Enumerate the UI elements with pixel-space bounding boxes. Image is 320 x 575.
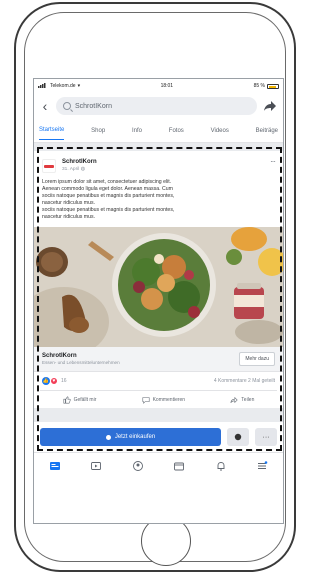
tab-startseite[interactable]: Startseite (39, 121, 65, 140)
share-button[interactable]: Teilen (230, 396, 254, 404)
share-count[interactable]: 2 Mal geteilt (248, 378, 275, 384)
status-bar: Telekom.de ▾ 18:01 85 % (34, 79, 283, 93)
post-date: 31. April ◍ (62, 167, 85, 172)
tab-fotos[interactable]: Fotos (169, 122, 184, 140)
search-query: SchrotIKorn (75, 102, 112, 110)
tab-shop[interactable]: Shop (91, 122, 105, 140)
bottom-tab-bar (34, 452, 283, 478)
globe-icon: ◍ (80, 167, 85, 172)
tab-beitraege[interactable]: Beiträge (256, 122, 278, 140)
page-action-bar: Jetzt einkaufen ··· (34, 422, 283, 452)
signal-icon (38, 82, 48, 90)
reaction-count[interactable]: 16 (61, 378, 67, 384)
tab-videos[interactable]: Videos (211, 122, 229, 140)
post-card: SchrotIKorn 31. April ◍ ··· Lorem ipsum … (34, 151, 283, 408)
thumbs-up-icon (63, 396, 71, 403)
cart-icon (105, 434, 111, 440)
news-feed-icon (49, 461, 60, 470)
page-tabs: Startseite Shop Info Fotos Videos Beiträ… (34, 119, 283, 143)
carrier-name: Telekom.de (50, 83, 76, 89)
like-button[interactable]: Gefällt mir (63, 396, 96, 404)
link-title: SchrotIKorn (42, 353, 77, 359)
tabbar-marketplace[interactable] (172, 459, 186, 473)
more-info-button[interactable]: Mehr dazu (239, 352, 275, 366)
messenger-icon (234, 433, 242, 441)
like-reaction-icon[interactable]: 👍 (42, 377, 50, 385)
video-icon (91, 461, 102, 470)
post-header: SchrotIKorn 31. April ◍ ··· (34, 151, 283, 177)
profile-icon (132, 460, 143, 471)
section-divider (34, 143, 283, 151)
more-options-icon[interactable]: ··· (270, 158, 276, 166)
back-icon[interactable]: ‹ (40, 99, 50, 113)
menu-icon (258, 460, 268, 469)
tabbar-notifications[interactable] (214, 459, 228, 473)
tabbar-groups[interactable] (131, 459, 145, 473)
post-text: Lorem ipsum dolor sit amet, consectetuer… (42, 179, 175, 220)
post-image-food-bowl[interactable] (34, 227, 283, 347)
wifi-icon: ▾ (77, 83, 81, 89)
marketplace-icon (174, 462, 185, 470)
comment-count[interactable]: 4 Kommentare (214, 378, 247, 384)
comment-button[interactable]: Kommentieren (142, 396, 185, 404)
section-divider (34, 408, 283, 422)
page-logo[interactable] (42, 159, 56, 173)
share-icon[interactable] (263, 99, 277, 113)
comment-icon (142, 396, 150, 404)
post-page-name[interactable]: SchrotIKorn (62, 159, 264, 165)
messenger-button[interactable] (227, 428, 249, 446)
love-reaction-icon[interactable]: ♥ (50, 377, 58, 385)
tab-info[interactable]: Info (132, 122, 142, 140)
more-actions-button[interactable]: ··· (255, 428, 277, 446)
search-icon (63, 102, 71, 110)
search-bar: ‹ SchrotIKorn (34, 93, 283, 119)
bell-icon (217, 461, 225, 470)
post-actions: Gefällt mir Kommentieren Teilen (40, 390, 277, 408)
link-subtitle: Essen- und Lebensmittelunternehmen (42, 360, 120, 365)
link-preview[interactable]: SchrotIKorn Essen- und Lebensmittelunter… (34, 347, 283, 372)
search-input[interactable]: SchrotIKorn (56, 97, 257, 115)
tabbar-feed[interactable] (48, 459, 62, 473)
shop-now-button[interactable]: Jetzt einkaufen (40, 428, 221, 446)
status-time: 18:01 (160, 83, 174, 89)
facebook-page-screen: Telekom.de ▾ 18:01 85 % ‹ SchrotIKorn St… (33, 78, 284, 524)
tabbar-menu[interactable] (255, 459, 269, 473)
share-arrow-icon (230, 396, 238, 403)
tabbar-video[interactable] (89, 459, 103, 473)
reactions-row: 👍 ♥ 16 4 Kommentare 2 Mal geteilt (34, 372, 283, 390)
battery-icon (266, 83, 279, 89)
battery-percent: 85 % (253, 83, 265, 89)
